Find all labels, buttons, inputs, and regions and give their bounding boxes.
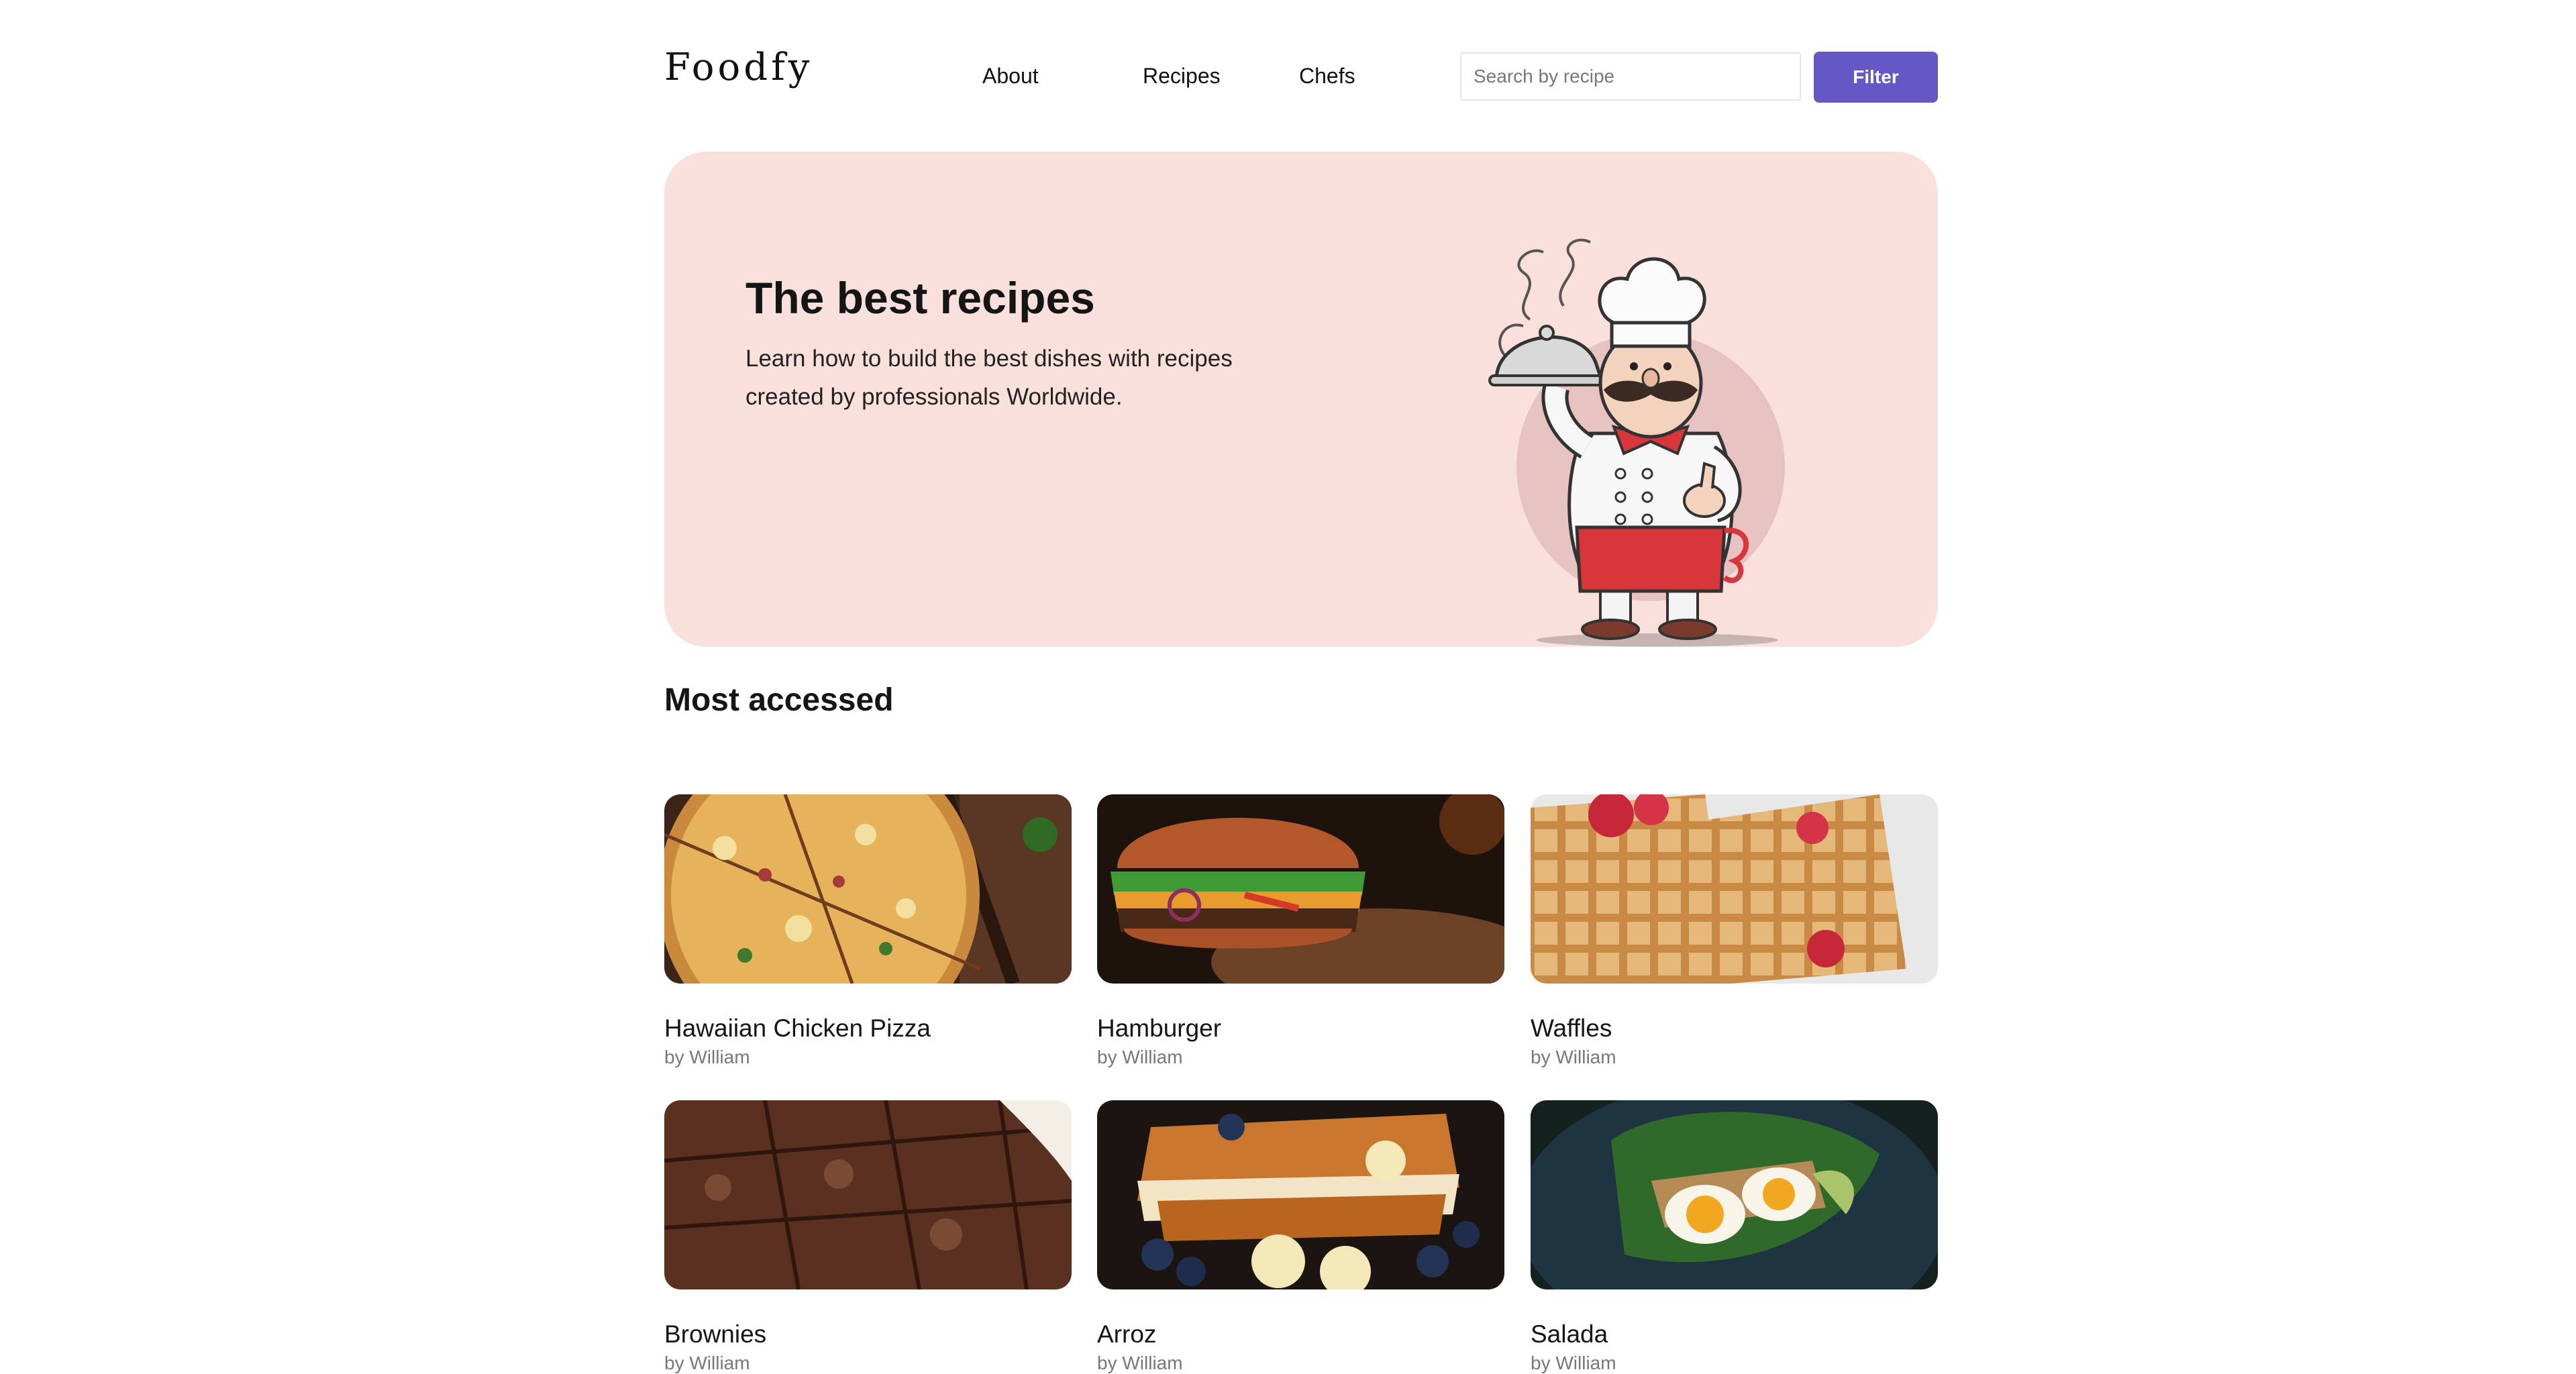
nav-chefs[interactable]: Chefs: [1299, 64, 1355, 89]
recipe-card[interactable]: Brownies by William: [664, 1100, 1072, 1374]
recipe-title[interactable]: Arroz: [1097, 1320, 1504, 1349]
search-input[interactable]: [1460, 52, 1801, 101]
hamburger-photo[interactable]: [1097, 794, 1504, 984]
filter-button[interactable]: Filter: [1814, 52, 1938, 103]
recipe-card[interactable]: Arroz by William: [1097, 1100, 1504, 1374]
chef-illustration: [1488, 238, 1785, 647]
recipe-card[interactable]: Salada by William: [1531, 1100, 1938, 1374]
recipe-author: by William: [664, 1353, 750, 1373]
recipe-title[interactable]: Hamburger: [1097, 1014, 1504, 1043]
recipe-title[interactable]: Brownies: [664, 1320, 1072, 1349]
brownies-photo[interactable]: [664, 1100, 1072, 1289]
page: Foodfy About Recipes Chefs Filter The be…: [664, 0, 1938, 1373]
waffles-photo[interactable]: [1531, 794, 1938, 984]
recipe-title[interactable]: Hawaiian Chicken Pizza: [664, 1014, 1072, 1043]
recipe-title[interactable]: Salada: [1531, 1320, 1938, 1349]
site-header: Foodfy About Recipes Chefs Filter: [664, 0, 1938, 134]
hero-description: Learn how to build the best dishes with …: [745, 346, 1233, 410]
arroz-photo[interactable]: [1097, 1100, 1504, 1289]
recipe-card[interactable]: Hamburger by William: [1097, 794, 1504, 1068]
hero-title: The best recipes: [745, 273, 1095, 323]
recipe-title[interactable]: Waffles: [1531, 1014, 1938, 1043]
recipe-author: by William: [1531, 1353, 1616, 1373]
pizza-photo[interactable]: [664, 794, 1072, 984]
recipe-card[interactable]: Hawaiian Chicken Pizza by William: [664, 794, 1072, 1068]
recipe-author: by William: [1097, 1047, 1183, 1067]
recipe-author: by William: [1531, 1047, 1616, 1067]
nav-recipes[interactable]: Recipes: [1143, 64, 1221, 89]
hero-banner: The best recipes Learn how to build the …: [664, 152, 1938, 647]
salada-photo[interactable]: [1531, 1100, 1938, 1289]
nav-about[interactable]: About: [982, 64, 1039, 89]
recipe-author: by William: [1097, 1353, 1183, 1373]
section-title: Most accessed: [664, 682, 894, 718]
logo[interactable]: Foodfy: [664, 46, 813, 89]
recipe-author: by William: [664, 1047, 750, 1067]
recipe-card[interactable]: Waffles by William: [1531, 794, 1938, 1068]
